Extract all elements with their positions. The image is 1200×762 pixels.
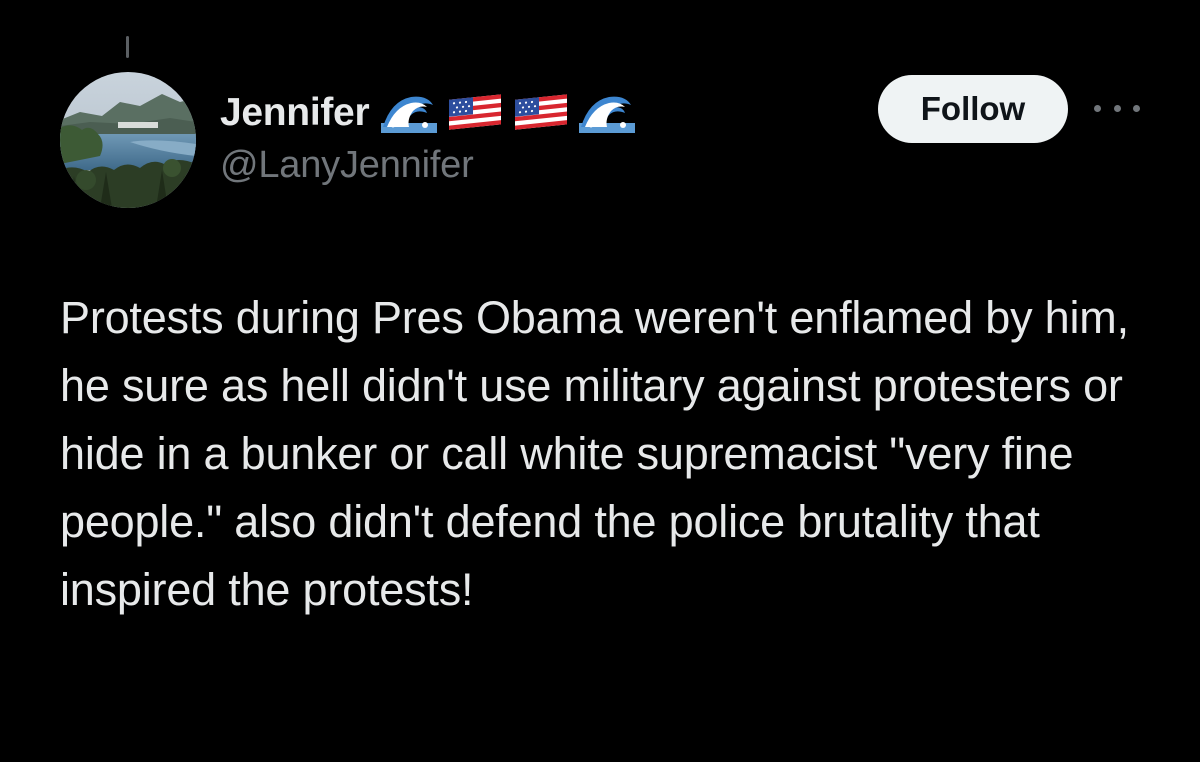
more-options-icon[interactable] [1094,94,1140,122]
us-flag-emoji-icon [513,94,569,132]
more-dot [1094,104,1101,112]
more-dot [1113,104,1121,112]
landscape-lake-avatar-image [60,72,196,208]
author-display-name[interactable]: Jennifer [220,91,370,135]
avatar[interactable] [60,72,196,208]
author-name-row: Jennifer [220,84,636,142]
us-flag-emoji-icon [447,94,503,132]
name-emoji-group [381,93,636,133]
follow-button[interactable]: Follow [878,75,1068,143]
water-wave-emoji-icon [579,93,636,133]
more-dot [1133,104,1140,112]
water-wave-emoji-icon [381,93,438,133]
tweet-header: Jennifer @LanyJennifer [220,84,636,187]
author-handle[interactable]: @LanyJennifer [220,144,635,187]
tweet-body-text: Protests during Pres Obama weren't enfla… [60,292,1142,615]
thread-connector-line [126,36,129,58]
